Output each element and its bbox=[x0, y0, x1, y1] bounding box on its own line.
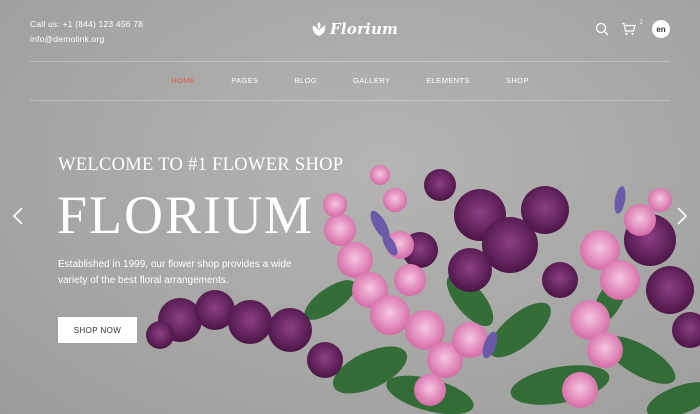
contact-phone: Call us: +1 (844) 123 456 78 bbox=[30, 19, 144, 29]
chevron-right-icon bbox=[677, 207, 688, 225]
header-divider-bottom bbox=[30, 100, 670, 101]
contact-email[interactable]: info@demolink.org bbox=[30, 32, 143, 47]
hero-welcome-text: WELCOME TO #1 FLOWER SHOP bbox=[58, 155, 344, 175]
cart-icon bbox=[622, 22, 636, 35]
hero-title: FLORIUM bbox=[57, 185, 315, 245]
logo-text: Florium bbox=[330, 20, 399, 38]
nav-item-elements[interactable]: ELEMENTS bbox=[426, 76, 470, 85]
header-contact: Call us: +1 (844) 123 456 78 info@demoli… bbox=[30, 17, 143, 47]
nav-item-gallery[interactable]: GALLERY bbox=[353, 76, 390, 85]
tulip-logo-icon bbox=[312, 22, 326, 36]
header-actions: 2 en bbox=[595, 20, 670, 38]
site-logo[interactable]: Florium bbox=[311, 20, 398, 38]
chevron-left-icon bbox=[12, 207, 23, 225]
slider-next-button[interactable] bbox=[676, 206, 688, 231]
main-nav: HOME PAGES BLOG GALLERY ELEMENTS SHOP bbox=[0, 76, 700, 85]
nav-item-home[interactable]: HOME bbox=[171, 76, 195, 85]
shop-now-button[interactable]: SHOP NOW bbox=[58, 317, 137, 343]
hero-description: Established in 1999, our flower shop pro… bbox=[58, 259, 292, 286]
nav-item-shop[interactable]: SHOP bbox=[506, 76, 529, 85]
language-switcher[interactable]: en bbox=[652, 20, 670, 38]
header-divider-top bbox=[30, 61, 670, 62]
cart-count-badge: 2 bbox=[639, 20, 643, 26]
cart-button[interactable]: 2 bbox=[621, 20, 643, 36]
nav-item-pages[interactable]: PAGES bbox=[231, 76, 258, 85]
nav-item-blog[interactable]: BLOG bbox=[295, 76, 317, 85]
search-button[interactable] bbox=[595, 22, 609, 36]
slider-prev-button[interactable] bbox=[12, 206, 24, 231]
search-icon bbox=[595, 22, 609, 36]
